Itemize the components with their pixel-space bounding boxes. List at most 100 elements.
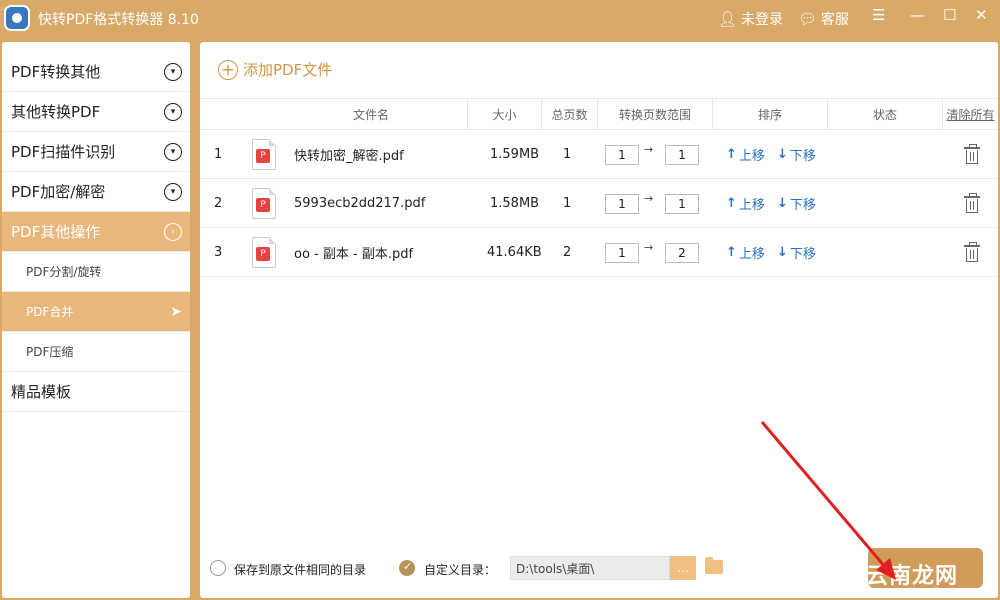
row-size: 1.58MB xyxy=(490,195,540,211)
add-pdf-label: 添加PDF文件 xyxy=(243,61,333,79)
move-up-label: 上移 xyxy=(738,247,765,262)
move-down-button[interactable]: ↓ 下移 xyxy=(777,145,816,164)
browse-button[interactable]: ... xyxy=(670,556,696,580)
row-size: 41.64KB xyxy=(487,244,542,260)
range-from-input[interactable]: 1 xyxy=(605,145,639,165)
folder-icon[interactable] xyxy=(705,557,723,574)
move-down-button[interactable]: ↓ 下移 xyxy=(777,243,816,262)
clear-all-link[interactable]: 清除所有 xyxy=(943,99,998,129)
sidebar-item-other-to-pdf[interactable]: 其他转换PDF ▾ xyxy=(2,92,190,132)
minimize-icon[interactable]: — xyxy=(910,8,925,23)
arrow-down-icon: ↓ xyxy=(777,245,788,260)
pdf-file-icon: P xyxy=(252,139,276,170)
sidebar-item-pdf-to-other[interactable]: PDF转换其他 ▾ xyxy=(2,52,190,92)
row-index: 2 xyxy=(214,195,223,211)
row-pages: 1 xyxy=(563,146,572,162)
table-row: 1 P 快转加密_解密.pdf 1.59MB 1 1 → 1 ↑ 上移 ↓ 下移 xyxy=(200,130,998,179)
login-button[interactable]: 👤︎ 未登录 xyxy=(718,9,783,29)
sidebar-item-other-ops[interactable]: PDF其他操作 › xyxy=(2,212,190,252)
sidebar-item-label: PDF扫描件识别 xyxy=(11,143,116,161)
chat-icon: 💬︎ xyxy=(798,9,818,28)
sidebar-subitem-label: PDF压缩 xyxy=(26,345,74,359)
move-up-button[interactable]: ↑ 上移 xyxy=(726,194,765,213)
arrow-down-icon: ↓ xyxy=(777,196,788,211)
arrow-up-icon: ↑ xyxy=(726,196,737,211)
sidebar-subitem-label: PDF分割/旋转 xyxy=(26,265,102,279)
output-path-input[interactable]: D:\tools\桌面\ xyxy=(510,556,670,580)
title-bar: 快转PDF格式转换器 8.10 👤︎ 未登录 💬︎ 客服 ☰ — ☐ ✕ xyxy=(0,0,1000,36)
sidebar-item-template[interactable]: 精品模板 xyxy=(2,372,190,412)
login-label: 未登录 xyxy=(741,12,784,28)
sidebar-item-label: 精品模板 xyxy=(11,383,72,401)
arrow-down-icon: ↓ xyxy=(777,147,788,162)
sidebar-subitem-split[interactable]: PDF分割/旋转 xyxy=(2,252,190,292)
row-pages: 2 xyxy=(563,244,572,260)
chevron-right-icon: › xyxy=(164,222,182,241)
chevron-down-icon: ▾ xyxy=(164,142,182,161)
row-filename: 5993ecb2dd217.pdf xyxy=(294,195,426,211)
move-down-button[interactable]: ↓ 下移 xyxy=(777,194,816,213)
move-down-label: 下移 xyxy=(789,198,816,213)
close-icon[interactable]: ✕ xyxy=(975,8,988,23)
column-header-filename: 文件名 xyxy=(200,99,468,129)
sidebar-item-label: 其他转换PDF xyxy=(11,103,101,121)
service-button[interactable]: 💬︎ 客服 xyxy=(798,9,849,29)
column-header-size: 大小 xyxy=(468,99,542,129)
move-up-label: 上移 xyxy=(738,149,765,164)
watermark-url: www.xiazaiba.com xyxy=(880,586,973,597)
range-to-input[interactable]: 1 xyxy=(665,145,699,165)
column-header-pages: 总页数 xyxy=(542,99,598,129)
move-up-label: 上移 xyxy=(738,198,765,213)
sidebar-subitem-merge[interactable]: PDF合并 ➤ xyxy=(2,292,190,332)
sidebar-item-label: PDF其他操作 xyxy=(11,223,101,241)
range-from-input[interactable]: 1 xyxy=(605,243,639,263)
sidebar-item-ocr[interactable]: PDF扫描件识别 ▾ xyxy=(2,132,190,172)
column-header-order: 排序 xyxy=(713,99,828,129)
plus-icon: + xyxy=(218,59,238,80)
main-panel: + 添加PDF文件 文件名 大小 总页数 转换页数范围 排序 状态 清除所有 1… xyxy=(200,42,998,598)
range-from-input[interactable]: 1 xyxy=(605,194,639,214)
add-pdf-button[interactable]: + 添加PDF文件 xyxy=(218,59,332,80)
same-dir-radio[interactable] xyxy=(210,560,226,576)
row-size: 1.59MB xyxy=(490,146,540,162)
row-index: 1 xyxy=(214,146,223,162)
move-down-label: 下移 xyxy=(789,247,816,262)
trash-icon[interactable] xyxy=(964,144,980,164)
same-dir-label: 保存到原文件相同的目录 xyxy=(234,563,367,577)
sidebar-subitem-compress[interactable]: PDF压缩 xyxy=(2,332,190,372)
menu-icon[interactable]: ☰ xyxy=(872,8,885,23)
arrow-up-icon: ↑ xyxy=(726,147,737,162)
table-row: 3 P oo - 副本 - 副本.pdf 41.64KB 2 1 → 2 ↑ 上移… xyxy=(200,228,998,277)
row-filename: oo - 副本 - 副本.pdf xyxy=(294,246,414,262)
move-up-button[interactable]: ↑ 上移 xyxy=(726,243,765,262)
column-header-range: 转换页数范围 xyxy=(598,99,713,129)
custom-dir-radio[interactable] xyxy=(399,560,415,576)
chevron-down-icon: ▾ xyxy=(164,62,182,81)
chevron-down-icon: ▾ xyxy=(164,182,182,201)
sidebar-subitem-label: PDF合并 xyxy=(26,305,74,319)
trash-icon[interactable] xyxy=(964,193,980,213)
app-logo-icon xyxy=(4,5,30,31)
arrow-up-icon: ↑ xyxy=(726,245,737,260)
row-index: 3 xyxy=(214,244,223,260)
sidebar-item-label: PDF转换其他 xyxy=(11,63,101,81)
custom-dir-label: 自定义目录： xyxy=(424,563,497,577)
maximize-icon[interactable]: ☐ xyxy=(943,8,956,23)
app-title: 快转PDF格式转换器 8.10 xyxy=(38,12,199,28)
range-separator: → xyxy=(644,241,654,254)
range-to-input[interactable]: 2 xyxy=(665,243,699,263)
column-header-status: 状态 xyxy=(828,99,943,129)
pdf-file-icon: P xyxy=(252,188,276,219)
table-header: 文件名 大小 总页数 转换页数范围 排序 状态 清除所有 xyxy=(200,98,998,130)
sidebar-item-encrypt[interactable]: PDF加密/解密 ▾ xyxy=(2,172,190,212)
range-to-input[interactable]: 1 xyxy=(665,194,699,214)
user-icon: 👤︎ xyxy=(718,9,738,28)
trash-icon[interactable] xyxy=(964,242,980,262)
sidebar: PDF转换其他 ▾ 其他转换PDF ▾ PDF扫描件识别 ▾ PDF加密/解密 … xyxy=(2,42,190,598)
move-down-label: 下移 xyxy=(789,149,816,164)
row-pages: 1 xyxy=(563,195,572,211)
row-filename: 快转加密_解密.pdf xyxy=(294,148,404,164)
move-up-button[interactable]: ↑ 上移 xyxy=(726,145,765,164)
sidebar-item-label: PDF加密/解密 xyxy=(11,183,106,201)
table-row: 2 P 5993ecb2dd217.pdf 1.58MB 1 1 → 1 ↑ 上移… xyxy=(200,179,998,228)
